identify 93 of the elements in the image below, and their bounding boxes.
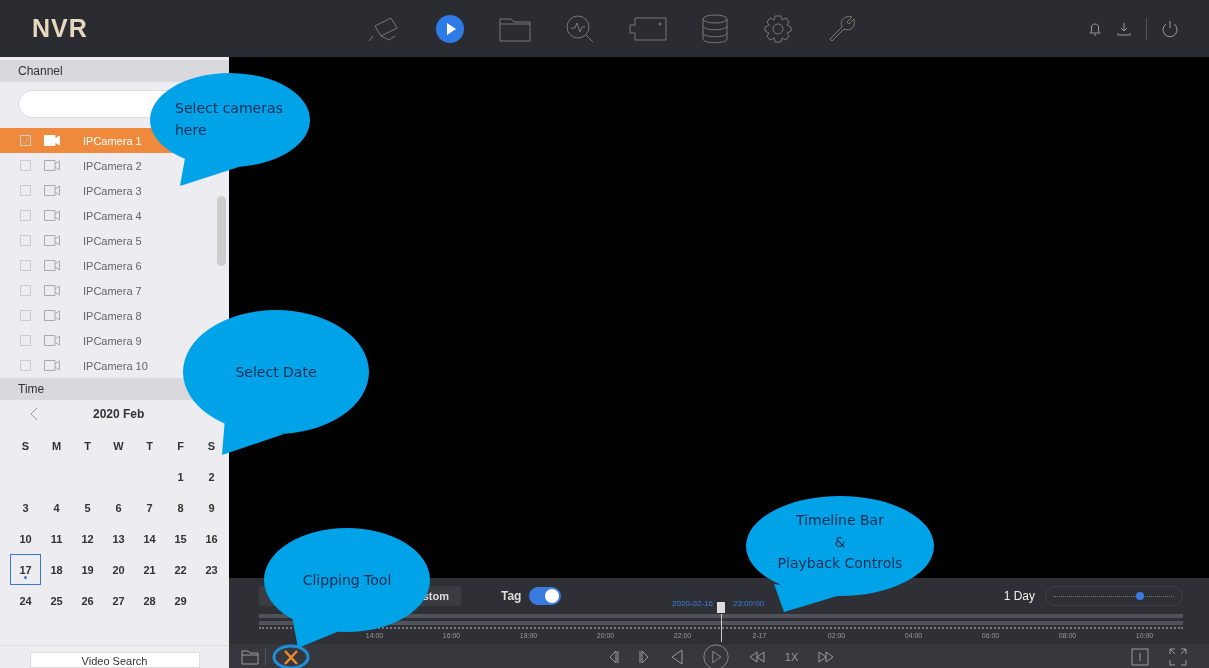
slider-thumb[interactable] [1136, 592, 1145, 600]
scrollbar[interactable] [217, 196, 226, 266]
calendar-day[interactable]: 8 [165, 492, 196, 523]
checkbox[interactable] [20, 210, 31, 221]
weekday-label: S [206, 438, 217, 454]
camera-list-item[interactable]: IPCamera 2 [0, 153, 215, 178]
weekday-label: T [83, 438, 92, 454]
calendar-day[interactable]: 28 [134, 585, 165, 616]
callout-text: Timeline Bar & Playback Controls [777, 511, 903, 574]
bell-icon[interactable] [1088, 20, 1102, 37]
camera-icon [44, 285, 60, 296]
checkbox[interactable] [20, 360, 31, 371]
weekday-label: W [112, 438, 125, 454]
speed-label: 1X [784, 651, 799, 663]
checkbox[interactable] [20, 260, 31, 271]
step-forward-icon[interactable] [638, 650, 651, 664]
checkbox[interactable] [20, 135, 31, 146]
camera-icon [44, 335, 60, 346]
calendar-day[interactable]: 26 [72, 585, 103, 616]
panel-title: Channel [18, 64, 63, 78]
calendar-day[interactable]: 1 [165, 461, 196, 492]
camera-list-item[interactable]: IPCamera 3 [0, 178, 215, 203]
camera-list-item[interactable]: IPCamera 9 [0, 328, 215, 353]
calendar-day[interactable]: 5 [72, 492, 103, 523]
checkbox[interactable] [20, 335, 31, 346]
calendar-day[interactable]: 13 [103, 523, 134, 554]
calendar-day[interactable]: 27 [103, 585, 134, 616]
fullscreen-icon[interactable] [1169, 648, 1187, 666]
camera-list-item[interactable]: IPCamera 5 [0, 228, 215, 253]
single-window-icon[interactable] [1131, 648, 1149, 666]
calendar-day[interactable]: 22 [165, 554, 196, 585]
camera-icon [44, 260, 60, 271]
camera-icon [44, 135, 60, 146]
calendar-day[interactable]: 18 [41, 554, 72, 585]
camera-icon [44, 185, 60, 196]
camera-icon [44, 310, 60, 321]
camera-icon [44, 160, 60, 171]
calendar-day[interactable]: 4 [41, 492, 72, 523]
tag-toggle[interactable] [529, 587, 562, 605]
camera-list-item[interactable]: IPCamera 4 [0, 203, 215, 228]
calendar-day[interactable]: 24 [10, 585, 41, 616]
calendar-day[interactable]: 10 [10, 523, 41, 554]
checkbox[interactable] [20, 160, 31, 171]
scissors-icon[interactable] [272, 644, 310, 668]
download-icon[interactable] [1116, 20, 1132, 37]
calendar-day[interactable]: 16 [196, 523, 227, 554]
calendar-day[interactable]: 9 [196, 492, 227, 523]
fast-forward-icon[interactable] [818, 651, 835, 663]
calendar-day[interactable]: 20 [103, 554, 134, 585]
month-label: 2020 Feb [93, 407, 145, 421]
weekday-label: M [50, 438, 63, 454]
calendar-day[interactable]: 7 [134, 492, 165, 523]
camera-icon [44, 360, 60, 371]
checkbox[interactable] [20, 235, 31, 246]
camera-icon [44, 210, 60, 221]
calendar-day[interactable]: 14 [134, 523, 165, 554]
reverse-play-icon[interactable] [670, 649, 683, 665]
callout-text: Select Date [235, 363, 317, 382]
previous-month-icon[interactable] [30, 407, 38, 421]
playhead-line [721, 614, 722, 642]
calendar-day[interactable]: 29 [165, 585, 196, 616]
folder-icon[interactable] [241, 649, 259, 665]
checkbox[interactable] [20, 285, 31, 296]
video-search-button[interactable]: Video Search [29, 652, 200, 668]
playhead-handle[interactable] [717, 602, 725, 613]
logo: NVR [32, 14, 89, 43]
weekday-label: S [20, 438, 31, 454]
camera-list-item[interactable]: IPCamera 8 [0, 303, 215, 328]
calendar-day[interactable]: 23 [196, 554, 227, 585]
calendar-day[interactable]: 19 [72, 554, 103, 585]
calendar-day[interactable]: 6 [103, 492, 134, 523]
checkbox[interactable] [20, 185, 31, 196]
callout-text: Clipping Tool [302, 571, 392, 590]
power-icon[interactable] [1161, 19, 1179, 38]
playhead-date: 2020-02-16 [672, 599, 713, 608]
camera-list-item[interactable]: IPCamera 6 [0, 253, 215, 278]
calendar-day[interactable]: 25 [41, 585, 72, 616]
camera-list-item[interactable]: IPCamera 7 [0, 278, 215, 303]
calendar-day[interactable]: 2 [196, 461, 227, 492]
weekday-label: F [176, 438, 185, 454]
checkbox[interactable] [20, 310, 31, 321]
panel-title: Time [18, 382, 45, 396]
calendar-day[interactable]: 17 [10, 554, 41, 585]
playhead-time: 23:00:00 [733, 599, 765, 608]
calendar-day[interactable]: 12 [72, 523, 103, 554]
camera-icon [44, 235, 60, 246]
calendar-day[interactable]: 11 [41, 523, 72, 554]
camera-list-item[interactable]: IPCamera 10 [0, 353, 215, 378]
weekday-label: T [145, 438, 154, 454]
slow-down-icon[interactable] [748, 651, 765, 663]
calendar-day[interactable]: 15 [165, 523, 196, 554]
calendar-day[interactable]: 3 [10, 492, 41, 523]
calendar-day[interactable]: 21 [134, 554, 165, 585]
